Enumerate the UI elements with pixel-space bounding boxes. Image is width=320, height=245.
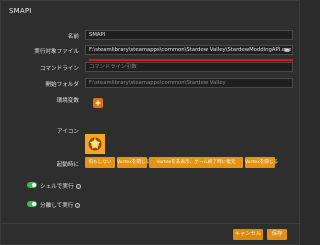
- target-field[interactable]: F:\steamlibrary\steamapps\common\Stardew…: [85, 45, 293, 55]
- tool-edit-dialog: SMAPI 名前 SMAPI 実行対象ファイル F:\steamlibrary\…: [0, 0, 301, 245]
- target-label: 実行対象ファイル: [34, 49, 79, 55]
- toggle-run-in-shell-label: シェルで実行 i: [40, 182, 81, 190]
- footer-divider: [1, 223, 301, 224]
- info-icon[interactable]: i: [75, 184, 81, 189]
- add-env-button[interactable]: [93, 98, 103, 108]
- target-highlight-underline: [89, 59, 293, 61]
- icon-label: アイコン: [56, 129, 79, 135]
- on-launch-label: 起動時に: [56, 162, 79, 168]
- env-label: 環境変数: [56, 98, 79, 104]
- name-label: 名前: [67, 34, 79, 40]
- option-close-vortex[interactable]: Vortexを閉じる: [117, 157, 150, 168]
- cmdline-placeholder: コマンドライン引数: [89, 64, 137, 70]
- workdir-field[interactable]: F:\steamlibrary\steamapps\common\Stardew…: [85, 78, 293, 88]
- info-icon[interactable]: i: [75, 203, 81, 208]
- name-value: SMAPI: [89, 32, 106, 38]
- option-close-vortex-2[interactable]: Vortexを隠じる: [245, 157, 278, 168]
- cmdline-label: コマンドライン: [39, 66, 79, 72]
- workdir-value: F:\steamlibrary\steamapps\common\Stardew…: [89, 80, 226, 86]
- option-do-nothing[interactable]: 何もしない: [85, 157, 115, 168]
- option-hide-restore[interactable]: Vortexを非表示、ゲーム終了時に復元: [149, 157, 243, 168]
- folder-icon[interactable]: [284, 47, 290, 53]
- workdir-label: 開始フォルダ: [45, 82, 79, 88]
- toggle-run-in-shell[interactable]: [27, 182, 37, 188]
- name-field[interactable]: SMAPI: [85, 30, 293, 40]
- toggle-run-detached-label: 分離して実行 i: [40, 201, 81, 209]
- cancel-button[interactable]: キャンセル: [233, 229, 263, 240]
- plus-icon: [95, 100, 101, 106]
- target-value: F:\steamlibrary\steamapps\common\Stardew…: [89, 47, 292, 53]
- cmdline-field[interactable]: コマンドライン引数: [85, 62, 293, 72]
- dialog-title: SMAPI: [9, 7, 32, 15]
- save-button[interactable]: 保存: [267, 229, 287, 240]
- stardew-valley-icon[interactable]: [85, 134, 105, 154]
- toggle-run-detached[interactable]: [27, 201, 37, 207]
